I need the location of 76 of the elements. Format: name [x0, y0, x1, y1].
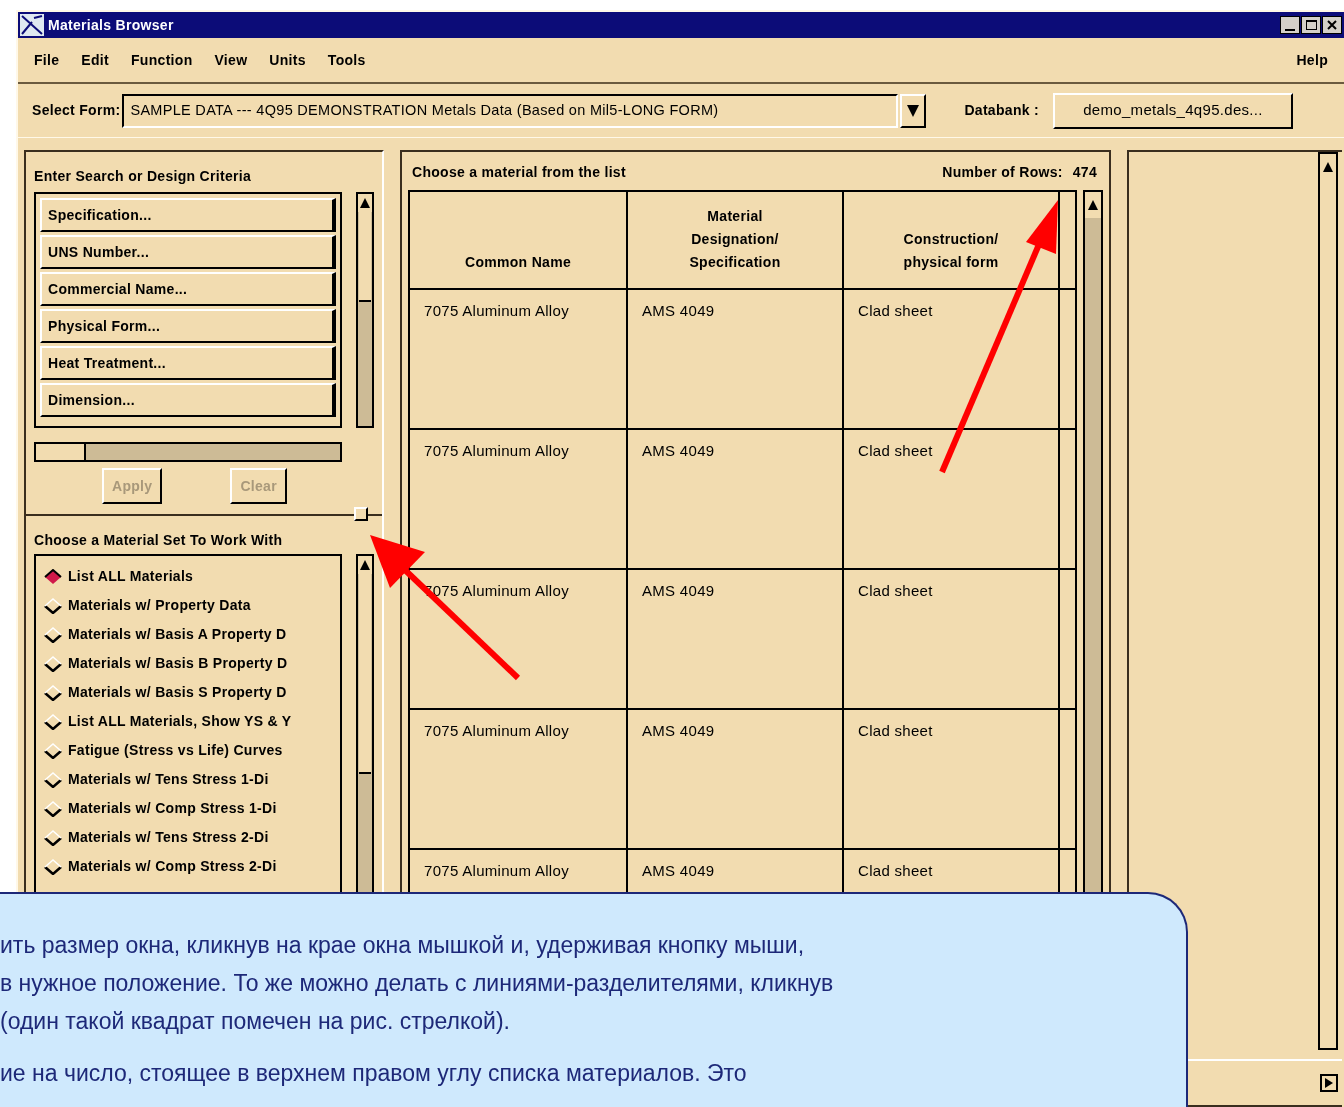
criteria-button[interactable]: UNS Number...: [40, 235, 336, 269]
scroll-right-button[interactable]: [1320, 1074, 1338, 1092]
radio-icon[interactable]: [44, 626, 62, 643]
scrollbar[interactable]: [356, 192, 374, 428]
column-header[interactable]: Material Designation/ Specification: [689, 205, 781, 274]
menu-item[interactable]: Units: [269, 49, 306, 71]
radio-icon[interactable]: [44, 713, 62, 730]
databank-label: Databank :: [964, 101, 1039, 120]
radio-label[interactable]: Materials w/ Property Data: [68, 595, 251, 616]
radio-icon[interactable]: [44, 771, 62, 788]
table-cell: 7075 Aluminum Alloy: [410, 290, 628, 428]
maximize-button[interactable]: [1301, 16, 1321, 34]
close-icon: [1327, 20, 1337, 30]
callout-text: ие на число, стоящее в верхнем правом углу списка материалов. Это: [0, 1059, 747, 1088]
menu-item[interactable]: Tools: [327, 49, 366, 71]
table-cell: Clad sheet: [844, 290, 1060, 428]
criteria-button[interactable]: Specification...: [40, 198, 336, 232]
section-title: Choose a Material Set To Work With: [34, 531, 284, 550]
menu-item[interactable]: View: [214, 49, 248, 71]
radio-label[interactable]: List ALL Materials: [68, 566, 194, 587]
radio-label[interactable]: Fatigue (Stress vs Life) Curves: [68, 740, 283, 761]
criteria-button[interactable]: Commercial Name...: [40, 272, 336, 306]
menu-item[interactable]: Help: [1296, 49, 1328, 71]
databank-button[interactable]: demo_metals_4q95.des...: [1053, 92, 1293, 129]
radio-label[interactable]: Materials w/ Tens Stress 2-Di: [68, 827, 269, 848]
sash-handle[interactable]: [354, 507, 368, 521]
callout-text: (один такой квадрат помечен на рис. стрелкой).: [0, 1007, 510, 1036]
window-title: Materials Browser: [48, 15, 174, 35]
radio-label[interactable]: Materials w/ Basis A Property D: [68, 624, 287, 645]
column-header[interactable]: Construction/ physical form: [903, 228, 999, 274]
table-cell: 7075 Aluminum Alloy: [410, 710, 628, 848]
section-title: Enter Search or Design Criteria: [34, 167, 253, 186]
table-cell: AMS 4049: [628, 710, 844, 848]
table-cell: AMS 4049: [628, 290, 844, 428]
criteria-button[interactable]: Heat Treatment...: [40, 346, 336, 380]
radio-label[interactable]: List ALL Materials, Show YS & Y: [68, 711, 292, 732]
radio-icon[interactable]: [44, 655, 62, 672]
radio-label[interactable]: Materials w/ Basis B Property D: [68, 653, 288, 674]
table-cell: AMS 4049: [628, 570, 844, 708]
column-header[interactable]: Common Name: [465, 251, 571, 274]
table-cell: AMS 4049: [628, 430, 844, 568]
criteria-button[interactable]: Dimension...: [40, 383, 336, 417]
menu-item[interactable]: File: [34, 49, 60, 71]
arrow-up-icon[interactable]: [1088, 200, 1098, 210]
table-cell: Clad sheet: [844, 710, 1060, 848]
dropdown-button[interactable]: [900, 93, 927, 128]
minimize-button[interactable]: [1280, 16, 1300, 34]
scrollbar[interactable]: [34, 442, 342, 462]
radio-label[interactable]: Materials w/ Basis S Property D: [68, 682, 287, 703]
radio-label[interactable]: Materials w/ Comp Stress 2-Di: [68, 856, 277, 877]
menu-item[interactable]: Function: [131, 49, 193, 71]
radio-icon[interactable]: [44, 858, 62, 875]
radio-label[interactable]: Materials w/ Comp Stress 1-Di: [68, 798, 277, 819]
arrow-up-icon[interactable]: [360, 198, 370, 208]
select-form-label: Select Form:: [32, 101, 121, 120]
radio-icon[interactable]: [44, 742, 62, 759]
close-button[interactable]: [1322, 16, 1342, 34]
row-count: 474: [1072, 162, 1097, 182]
row-count-label: Number of Rows:: [942, 162, 1063, 182]
radio-icon[interactable]: [44, 829, 62, 846]
radio-icon[interactable]: [44, 597, 62, 614]
radio-icon[interactable]: [44, 568, 62, 585]
criteria-button[interactable]: Physical Form...: [40, 309, 336, 343]
section-title: Choose a material from the list: [412, 162, 626, 182]
radio-icon[interactable]: [44, 800, 62, 817]
menu-item[interactable]: Edit: [81, 49, 109, 71]
arrow-up-icon[interactable]: [1323, 162, 1333, 172]
scrollbar[interactable]: [1318, 152, 1338, 1050]
table-cell: Clad sheet: [844, 570, 1060, 708]
arrow-right-icon: [1324, 1078, 1334, 1088]
caret-icon: [907, 102, 920, 119]
radio-icon[interactable]: [44, 684, 62, 701]
arrow-up-icon[interactable]: [360, 560, 370, 570]
radio-label[interactable]: Materials w/ Tens Stress 1-Di: [68, 769, 269, 790]
table-cell: Clad sheet: [844, 430, 1060, 568]
select-form-dropdown[interactable]: SAMPLE DATA --- 4Q95 DEMONSTRATION Metals Data (Based on Mil5-LONG FORM): [122, 93, 899, 128]
